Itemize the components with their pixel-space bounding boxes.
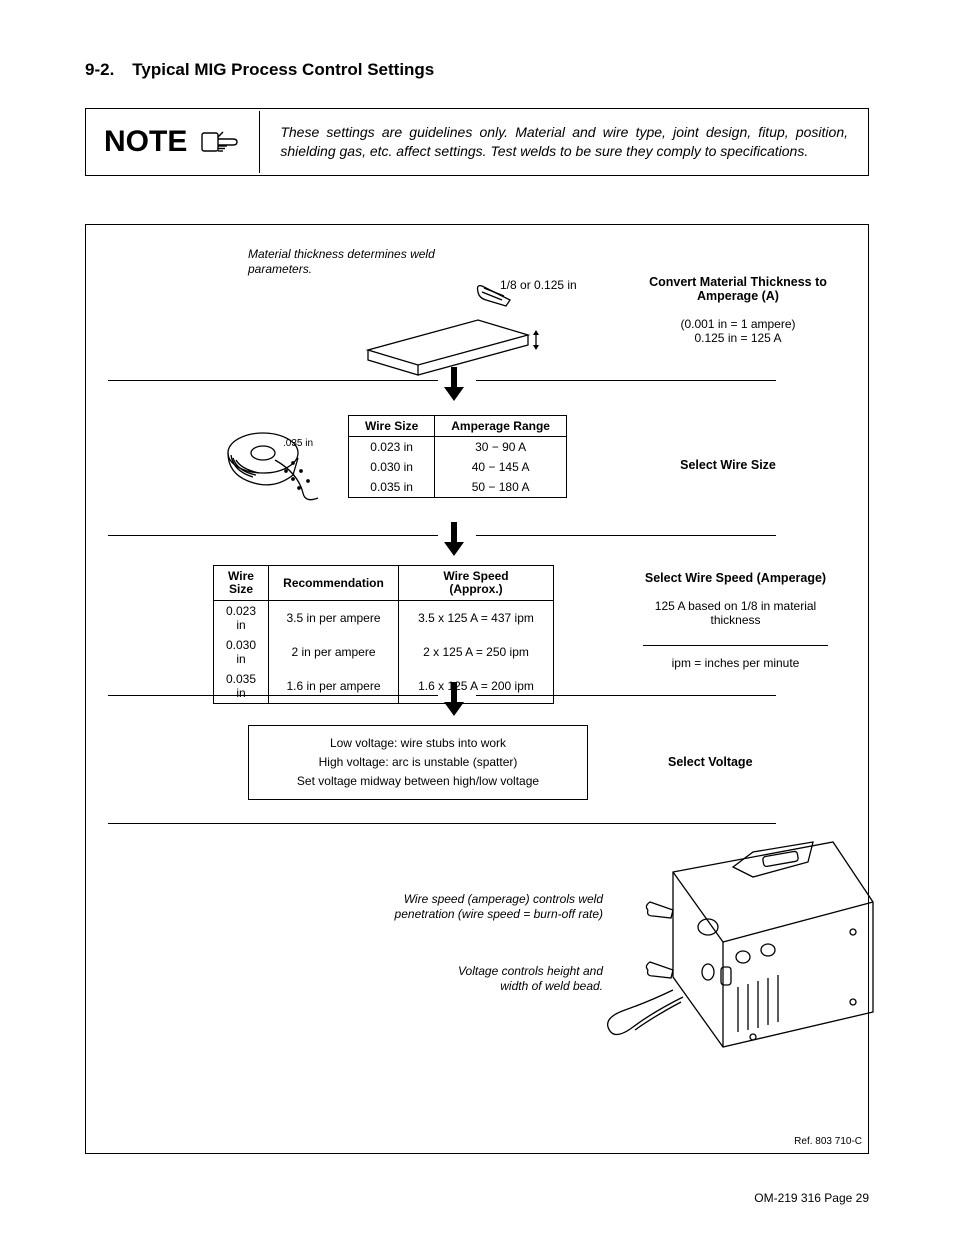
spool-size-label: .035 in (283, 438, 313, 449)
divider (476, 535, 776, 536)
note-label-cell: NOTE (86, 111, 260, 173)
select-voltage-label: Select Voltage (668, 755, 753, 769)
reference-number: Ref. 803 710-C (794, 1136, 862, 1147)
section-machine: Wire speed (amperage) controls weld pene… (108, 837, 846, 1117)
section-wire-speed: WireSize Recommendation Wire Speed(Appro… (108, 565, 846, 690)
convert-thickness-block: Convert Material Thickness to Amperage (… (648, 275, 828, 345)
page-footer: OM-219 316 Page 29 (754, 1191, 869, 1205)
divider (108, 380, 438, 381)
wire-amperage-table: Wire SizeAmperage Range 0.023 in30 − 90 … (348, 415, 567, 498)
divider (108, 695, 438, 696)
table-row: 0.023 in3.5 in per ampere3.5 x 125 A = 4… (214, 601, 554, 636)
table-row: 0.030 in2 in per ampere2 x 125 A = 250 i… (214, 635, 554, 669)
wire-speed-table: WireSize Recommendation Wire Speed(Appro… (213, 565, 554, 704)
convert-line1: (0.001 in = 1 ampere) (680, 317, 795, 331)
table-row: 0.023 in30 − 90 A (349, 436, 567, 457)
select-wire-speed-sub2: ipm = inches per minute (672, 656, 800, 670)
process-diagram: Material thickness determines weld param… (85, 224, 869, 1154)
dimension-label: 1/8 or 0.125 in (500, 278, 577, 292)
convert-title: Convert Material Thickness to Amperage (… (649, 275, 827, 303)
table-header: Recommendation (269, 565, 399, 600)
arrow-down-icon (442, 682, 466, 717)
table-header: Amperage Range (435, 415, 567, 436)
table-row: 0.035 in50 − 180 A (349, 477, 567, 498)
pointing-hand-icon (201, 129, 241, 155)
welding-machine-icon (553, 832, 883, 1087)
divider (108, 823, 776, 824)
section-material-thickness: Material thickness determines weld param… (108, 245, 846, 405)
heading-number: 9-2. (85, 60, 114, 79)
table-row: 0.035 in1.6 in per ampere1.6 x 125 A = 2… (214, 669, 554, 704)
note-box: NOTE These settings are guidelines only.… (85, 108, 869, 176)
arrow-down-icon (442, 522, 466, 557)
select-wire-speed-title: Select Wire Speed (Amperage) (645, 571, 826, 585)
convert-line2: 0.125 in = 125 A (694, 331, 781, 345)
section-voltage: Low voltage: wire stubs into work High v… (108, 725, 846, 815)
table-header: Wire Size (349, 415, 435, 436)
heading-title: Typical MIG Process Control Settings (132, 60, 434, 79)
material-label: Material thickness determines weld param… (248, 247, 448, 277)
select-wire-speed-block: Select Wire Speed (Amperage) 125 A based… (643, 571, 828, 670)
section-heading: 9-2. Typical MIG Process Control Settings (85, 60, 869, 80)
note-text: These settings are guidelines only. Mate… (260, 109, 868, 175)
voltage-line2: High voltage: arc is unstable (spatter) (319, 755, 518, 769)
voltage-line3: Set voltage midway between high/low volt… (297, 774, 539, 788)
select-wire-speed-sub1: 125 A based on 1/8 in material thickness (655, 599, 816, 627)
note-label: NOTE (104, 125, 187, 159)
divider (108, 535, 438, 536)
voltage-guidance-box: Low voltage: wire stubs into work High v… (248, 725, 588, 801)
wire-spool-icon (223, 413, 333, 513)
table-row: 0.030 in40 − 145 A (349, 457, 567, 477)
table-header: WireSize (214, 565, 269, 600)
table-header: Wire Speed(Approx.) (399, 565, 554, 600)
select-wire-size-label: Select Wire Size (648, 458, 808, 472)
section-wire-size: .035 in Wire SizeAmperage Range 0.023 in… (108, 413, 846, 528)
divider (476, 380, 776, 381)
arrow-down-icon (442, 367, 466, 402)
divider (476, 695, 776, 696)
voltage-line1: Low voltage: wire stubs into work (330, 736, 506, 750)
